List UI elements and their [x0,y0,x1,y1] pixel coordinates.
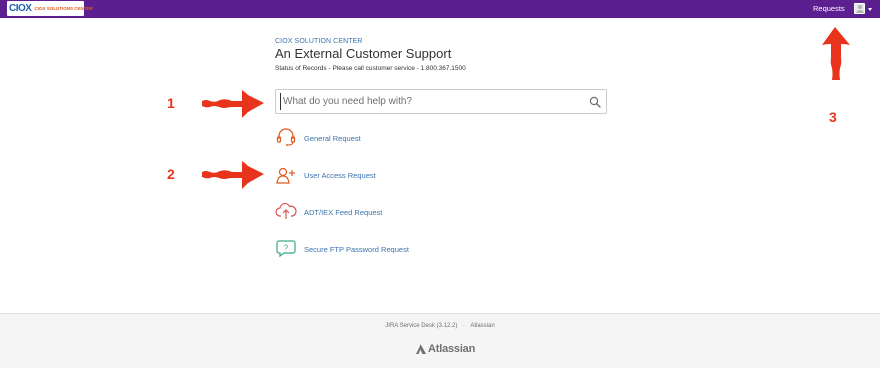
footer-separator: · [463,323,465,329]
user-avatar[interactable] [854,3,865,14]
chevron-down-icon[interactable] [868,8,872,11]
ciox-logo[interactable]: CIOX CIOX SOLUTIONS CENTER [7,1,93,16]
svg-text:?: ? [284,244,289,253]
user-plus-icon [276,167,295,184]
atlassian-logo[interactable]: Atlassian [415,343,475,355]
page-subtitle: Status of Records - Please call customer… [275,65,466,72]
footer-product-link[interactable]: JIRA Service Desk (3.12.2) [385,323,457,329]
avatar-body-shape [856,10,864,13]
annotation-arrow-right-icon [202,90,264,118]
request-label-secure-ftp[interactable]: Secure FTP Password Request [304,245,409,254]
annotation-arrow-right-icon [202,161,264,189]
logo-mark: CIOX [9,2,32,14]
footer-vendor-link[interactable]: Atlassian [470,323,494,329]
avatar-head-shape [858,5,862,9]
logo-text: CIOX SOLUTIONS CENTER [34,6,93,11]
annotation-number-2: 2 [167,166,175,182]
page-footer: JIRA Service Desk (3.12.2) · Atlassian A… [0,313,880,368]
requests-link[interactable]: Requests [813,4,845,13]
search-icon[interactable] [589,96,601,108]
search-input[interactable] [280,93,580,110]
footer-links: JIRA Service Desk (3.12.2) · Atlassian [0,323,880,329]
atlassian-logo-text: Atlassian [428,343,476,355]
cloud-upload-icon [275,203,297,219]
page-title: An External Customer Support [275,46,452,61]
request-label-user-access[interactable]: User Access Request [304,171,376,180]
annotation-number-3: 3 [829,109,837,125]
atlassian-mark-icon [416,344,426,354]
annotation-arrow-up-icon [822,27,850,80]
top-navigation-bar: CIOX CIOX SOLUTIONS CENTER Requests [0,0,880,18]
logo-mark-text: CIOX [9,2,32,14]
request-label-adt-iex-feed[interactable]: ADT/IEX Feed Request [304,208,382,217]
headset-icon [276,128,296,146]
question-bubble-icon: ? [276,240,296,258]
annotation-number-1: 1 [167,95,175,111]
help-center-breadcrumb[interactable]: CIOX SOLUTION CENTER [275,38,363,45]
request-label-general[interactable]: General Request [304,134,361,143]
search-box [275,89,607,114]
